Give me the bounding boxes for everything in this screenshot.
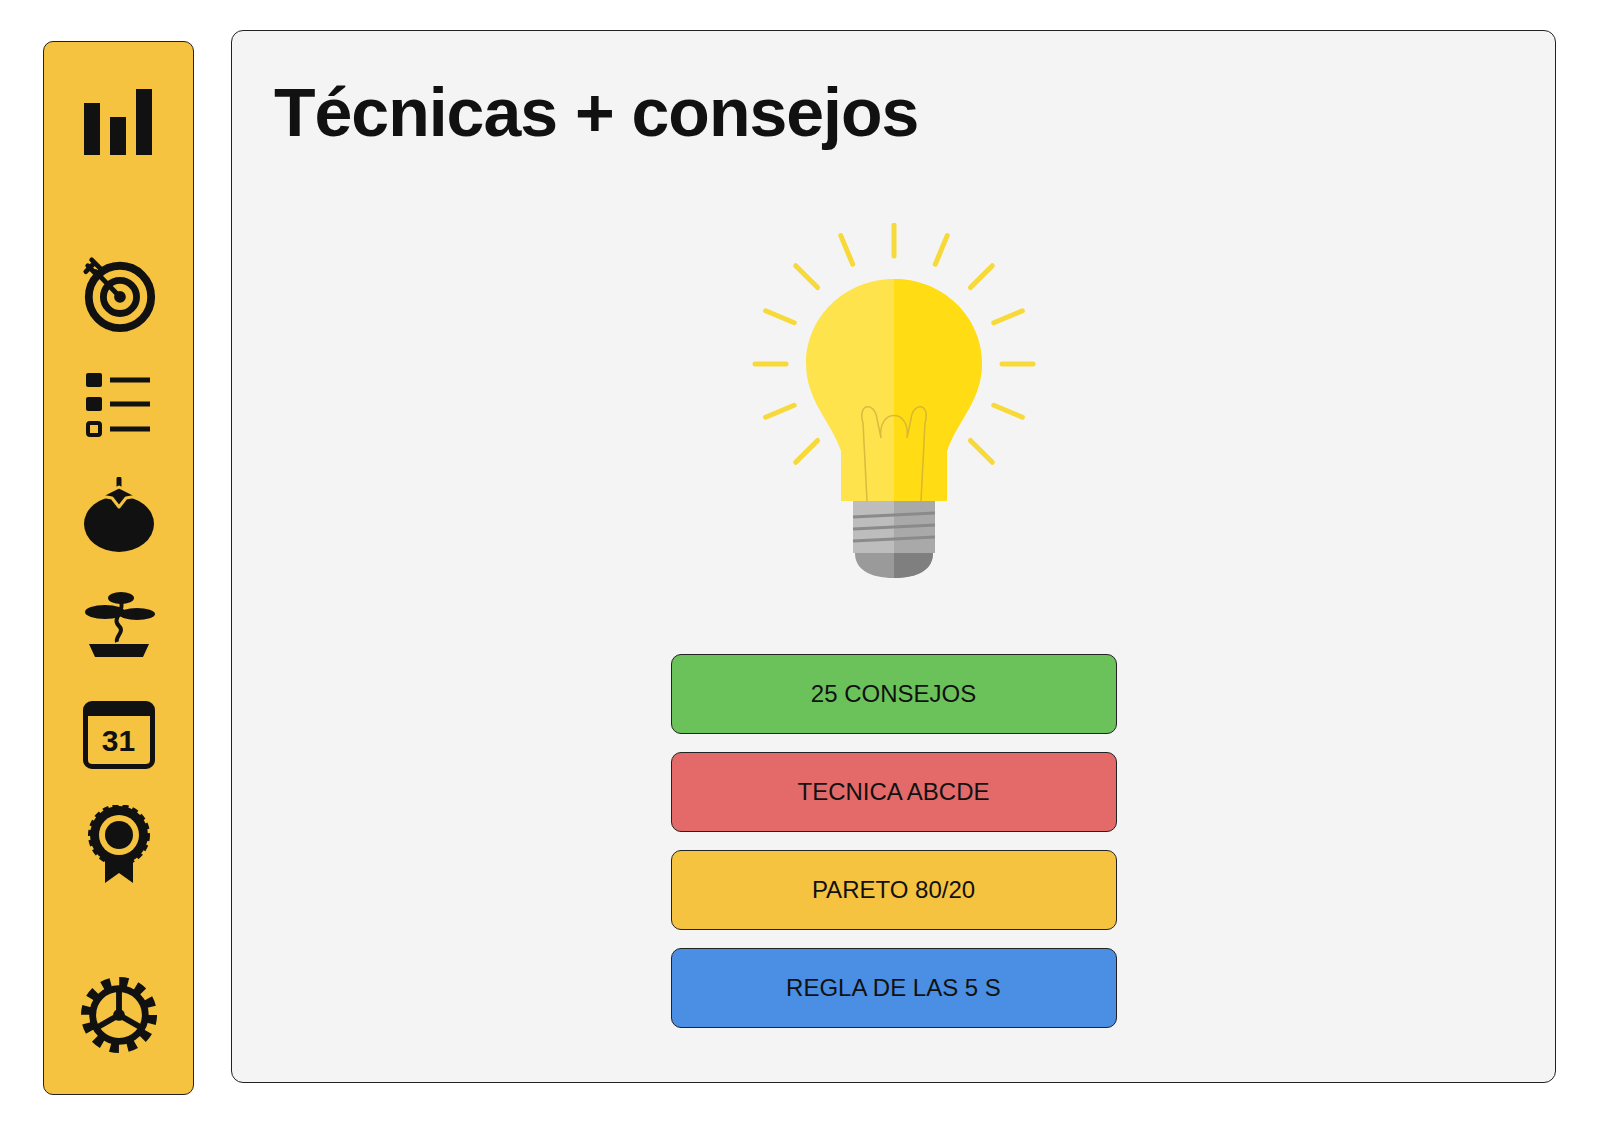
light-ray xyxy=(891,225,896,256)
calendar-day: 31 xyxy=(102,726,135,756)
light-ray xyxy=(755,362,786,367)
settings-gear-icon[interactable] xyxy=(44,977,193,1052)
light-ray xyxy=(795,440,817,462)
award-icon[interactable] xyxy=(44,807,193,882)
target-icon[interactable] xyxy=(44,257,193,332)
lightbulb-icon xyxy=(749,223,1039,578)
tip-button[interactable]: 25 CONSEJOS xyxy=(671,654,1117,734)
tip-button[interactable]: PARETO 80/20 xyxy=(671,850,1117,930)
light-ray xyxy=(840,236,852,265)
light-ray xyxy=(970,266,992,288)
light-ray xyxy=(765,405,794,417)
page-title: Técnicas + consejos xyxy=(232,71,1555,153)
calendar-icon[interactable]: 31 xyxy=(44,697,193,772)
stats-icon[interactable] xyxy=(44,84,193,159)
light-ray xyxy=(935,236,947,265)
light-ray xyxy=(970,440,992,462)
tips-menu: 25 CONSEJOS TECNICA ABCDE PARETO 80/20 REGL… xyxy=(671,654,1117,1028)
sidebar: 31 xyxy=(43,41,194,1095)
light-ray xyxy=(993,405,1022,417)
tip-button[interactable]: TECNICA ABCDE xyxy=(671,752,1117,832)
bonsai-icon[interactable] xyxy=(44,587,193,662)
tomato-icon[interactable] xyxy=(44,477,193,552)
light-ray xyxy=(795,266,817,288)
light-ray xyxy=(765,311,794,323)
light-ray xyxy=(1002,362,1033,367)
light-ray xyxy=(993,311,1022,323)
main-panel: Técnicas + consejos 25 CONSEJOS TECNICA A… xyxy=(231,30,1556,1083)
tip-button[interactable]: REGLA DE LAS 5 S xyxy=(671,948,1117,1028)
list-icon[interactable] xyxy=(44,367,193,442)
